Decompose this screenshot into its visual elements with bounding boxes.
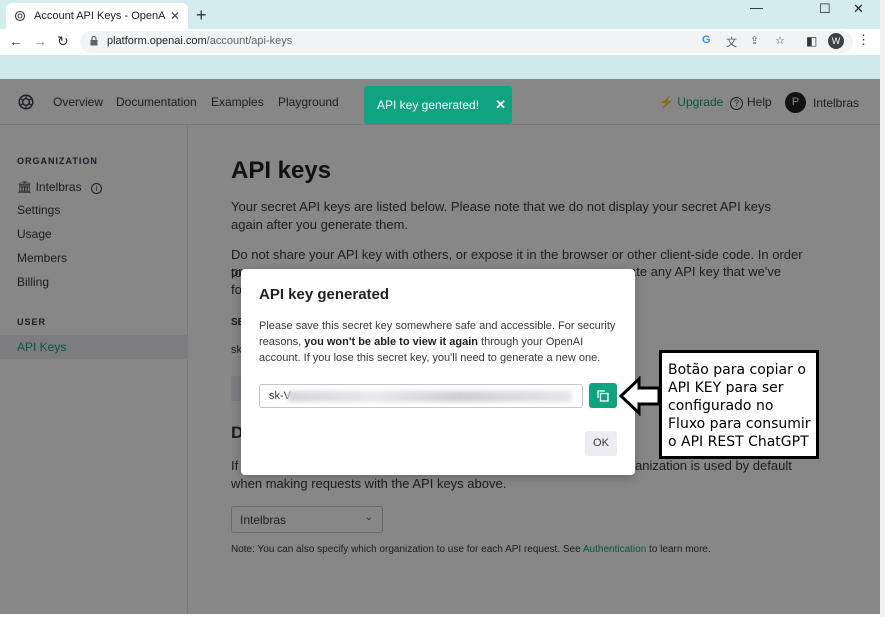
url-text: platform.openai.com/account/api-keys (107, 35, 292, 47)
browser-profile-avatar[interactable]: W (828, 33, 844, 49)
api-key-dialog: API key generated Please save this secre… (241, 269, 635, 475)
translate-icon[interactable]: 文 (726, 34, 737, 50)
openai-favicon-icon (14, 10, 26, 22)
browser-tab[interactable]: Account API Keys - OpenAI API ✕ (6, 3, 188, 29)
maximize-icon[interactable]: ☐ (819, 1, 831, 17)
tab-title: Account API Keys - OpenAI API (34, 10, 166, 22)
dialog-description: Please save this secret key somewhere sa… (259, 318, 621, 366)
bookmark-star-icon[interactable]: ☆ (775, 34, 785, 47)
copy-icon (597, 390, 609, 402)
annotation-callout: Botão para copiar o API KEY para ser con… (659, 350, 819, 459)
browser-toolbar: ← → ↻ platform.openai.com/account/api-ke… (0, 29, 880, 55)
lock-icon (90, 36, 98, 46)
tab-close-icon[interactable]: ✕ (170, 9, 180, 23)
share-icon[interactable]: ⇪ (750, 34, 759, 47)
dialog-title: API key generated (259, 286, 390, 303)
browser-menu-icon[interactable]: ⋮ (857, 32, 870, 48)
google-icon[interactable]: G (702, 34, 711, 46)
browser-tab-strip: Account API Keys - OpenAI API ✕ + — ☐ ✕ (0, 0, 880, 29)
back-arrow-icon[interactable]: ← (9, 33, 23, 49)
success-toast: API key generated! ✕ (364, 86, 512, 124)
secret-key-field[interactable]: sk-V (259, 384, 583, 408)
desc-bold: you won't be able to view it again (304, 336, 478, 348)
forward-arrow-icon[interactable]: → (33, 33, 47, 49)
redacted-key-blur (288, 391, 572, 402)
annotation-arrow-icon (619, 376, 661, 416)
url-host: platform.openai.com (107, 35, 207, 47)
ok-button[interactable]: OK (585, 431, 617, 456)
window-scrollbar[interactable] (880, 0, 885, 617)
window-close-icon[interactable]: ✕ (853, 1, 864, 17)
url-path: /account/api-keys (206, 35, 293, 47)
toast-message: API key generated! (377, 98, 480, 112)
minimize-icon[interactable]: — (750, 0, 763, 15)
new-tab-button[interactable]: + (196, 5, 207, 26)
address-bar[interactable]: platform.openai.com/account/api-keys G 文… (80, 31, 853, 53)
side-panel-icon[interactable]: ◧ (806, 34, 817, 48)
reload-icon[interactable]: ↻ (57, 33, 69, 50)
bookmark-bar (0, 55, 880, 79)
copy-key-button[interactable] (589, 383, 617, 408)
toast-close-icon[interactable]: ✕ (495, 97, 506, 113)
